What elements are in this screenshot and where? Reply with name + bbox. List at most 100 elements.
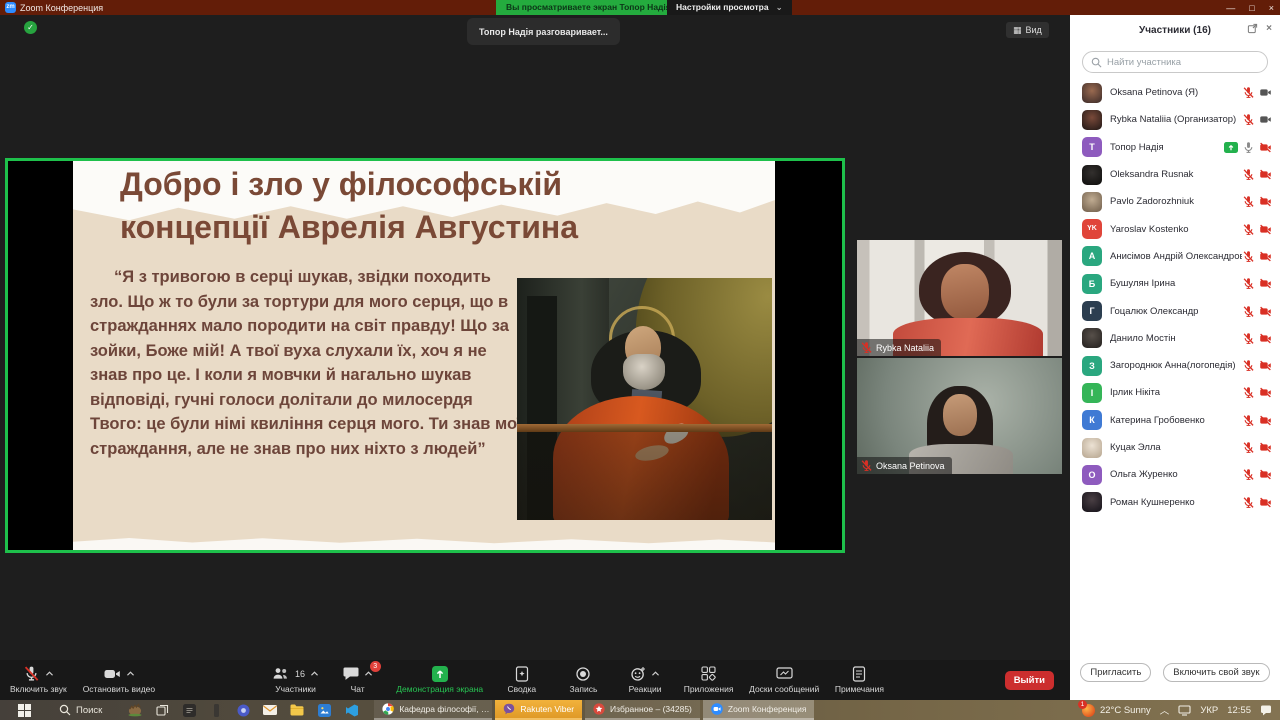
participants-count: 16 [295,669,305,679]
window-minimize-button[interactable]: — [1226,3,1235,13]
view-layout-button[interactable]: ▦ Вид [1006,22,1049,38]
camera-on-icon [1259,86,1272,99]
participant-name: Топор Надія [1110,142,1224,153]
toolbar-button-whiteboard[interactable]: Доски сообщений [749,660,819,700]
unmute-self-button[interactable]: Включить свой звук [1163,663,1269,682]
participant-name: Pavlo Zadorozhniuk [1110,196,1242,207]
participant-row[interactable]: ЗЗагороднюк Анна(логопедія) [1070,352,1280,379]
taskbar-window-label: Избранное – (34285) [610,704,692,714]
popout-icon[interactable] [1247,23,1258,34]
app-dark-icon[interactable] [182,703,196,717]
video-thumbnail[interactable]: Oksana Petinova [857,358,1062,474]
participant-row[interactable]: Pavlo Zadorozhniuk [1070,188,1280,215]
participant-row[interactable]: Oksana Petinova (Я) [1070,79,1280,106]
participant-status-icons [1242,414,1272,427]
mic-muted-icon [1242,496,1255,509]
toolbar-button-chat[interactable]: 3Чат [335,660,381,700]
chevron-up-icon[interactable] [651,670,660,677]
camera-off-icon [1259,223,1272,236]
participant-status-icons [1242,441,1272,454]
participant-row[interactable]: Rybka Nataliia (Организатор) [1070,106,1280,133]
participant-row[interactable]: YKYaroslav Kostenko [1070,215,1280,242]
notification-center-icon[interactable] [1260,704,1272,716]
chevron-up-icon[interactable] [310,670,319,677]
toolbar-button-summary[interactable]: Сводка [499,660,545,700]
zoom-meeting-window: zm Zoom Конференция Вы просматриваете эк… [0,0,1280,720]
video-thumbnail[interactable]: Rybka Nataliia [857,240,1062,356]
hedgehog-app-icon[interactable] [128,703,142,717]
people-icon [272,666,289,681]
chevron-up-icon[interactable] [126,670,135,677]
start-button[interactable] [18,704,31,717]
shared-screen-region: Добро і зло у філософській концепції Авр… [5,158,845,553]
invite-button[interactable]: Пригласить [1080,663,1151,682]
participant-status-icons [1242,250,1272,263]
video-name-label: Oksana Petinova [857,457,952,474]
view-settings-label: Настройки просмотра [676,2,769,12]
view-settings-button[interactable]: Настройки просмотра⌄ [667,0,792,15]
participant-row[interactable]: ББушулян Ірина [1070,270,1280,297]
mic-muted-icon [1242,332,1255,345]
participant-status-icons [1242,359,1272,372]
taskbar-window-chrome[interactable]: Кафедра філософії, … [374,700,492,720]
participant-status-icons [1242,332,1272,345]
mail-icon[interactable] [263,703,277,717]
search-icon [59,704,71,716]
weather-widget[interactable]: 1 22°C Sunny [1082,704,1151,717]
participant-avatar [1082,328,1102,348]
file-explorer-icon[interactable] [290,703,304,717]
mic-muted-icon [1242,386,1255,399]
toolbar-button-label: Демонстрация экрана [396,684,483,694]
toolbar-button-reactions[interactable]: Реакции [622,660,668,700]
photos-icon[interactable] [317,703,331,717]
close-icon[interactable]: × [1266,23,1272,34]
visual-studio-icon[interactable] [344,703,358,717]
window-close-button[interactable]: × [1269,3,1274,13]
taskbar-search[interactable]: Поиск [59,704,102,716]
participant-search-input[interactable]: Найти участника [1082,51,1268,73]
toolbar-button-toolbar-mic-off[interactable]: Включить звук [10,660,67,700]
participant-avatar [1082,110,1102,130]
security-shield-icon[interactable]: ✓ [24,21,37,34]
taskbar-window-favorites[interactable]: Избранное – (34285) [585,700,700,720]
participant-row[interactable]: ООльга Журенко [1070,461,1280,488]
window-maximize-button[interactable]: □ [1249,3,1254,13]
mic-muted-icon [1242,305,1255,318]
tray-chevron-up-icon[interactable]: ︿ [1160,703,1170,717]
participant-name: Данило Мостін [1110,333,1242,344]
participant-row[interactable]: ІІрлик Нікіта [1070,379,1280,406]
participant-row[interactable]: Куцак Элла [1070,434,1280,461]
participant-row[interactable]: ККатерина Гробовенко [1070,407,1280,434]
leave-meeting-button[interactable]: Выйти [1005,671,1054,690]
participant-row[interactable]: Oleksandra Rusnak [1070,161,1280,188]
participant-name: Загороднюк Анна(логопедія) [1110,360,1242,371]
participant-row[interactable]: TТопор Надія [1070,134,1280,161]
chevron-up-icon[interactable] [45,670,54,677]
participant-row[interactable]: ААнисімов Андрій Олександрович [1070,243,1280,270]
toolbar-button-notes[interactable]: Примечания [835,660,884,700]
participant-avatar [1082,192,1102,212]
app-slim-icon[interactable] [209,703,223,717]
toolbar-button-record[interactable]: Запись [560,660,606,700]
clock[interactable]: 12:55 [1227,705,1251,716]
participant-row[interactable]: ГГоцалюк Олександр [1070,297,1280,324]
taskbar-window-viber[interactable]: Rakuten Viber [495,700,582,720]
meeting-toolbar: Включить звук Остановить видео 16Участник… [0,660,1070,700]
tray-network-icon[interactable] [1178,705,1191,716]
participant-row[interactable]: Данило Мостін [1070,325,1280,352]
window-title: Zoom Конференция [20,3,103,13]
task-view-icon[interactable] [155,703,169,717]
camera-off-icon [1259,414,1272,427]
toolbar-button-label: Реакции [629,684,662,694]
toolbar-button-share-screen[interactable]: Демонстрация экрана [396,660,483,700]
app-indigo-icon[interactable] [236,703,250,717]
participant-row[interactable]: Роман Кушнеренко [1070,488,1280,515]
mic-muted-icon [1242,441,1255,454]
toolbar-button-toolbar-video[interactable]: Остановить видео [83,660,155,700]
language-indicator[interactable]: УКР [1200,705,1218,716]
participant-status-icons [1242,386,1272,399]
taskbar-window-zoom[interactable]: Zoom Конференция [703,700,815,720]
toolbar-button-people[interactable]: 16Участники [272,660,319,700]
toolbar-button-apps[interactable]: Приложения [684,660,734,700]
chevron-up-icon[interactable] [364,670,373,677]
